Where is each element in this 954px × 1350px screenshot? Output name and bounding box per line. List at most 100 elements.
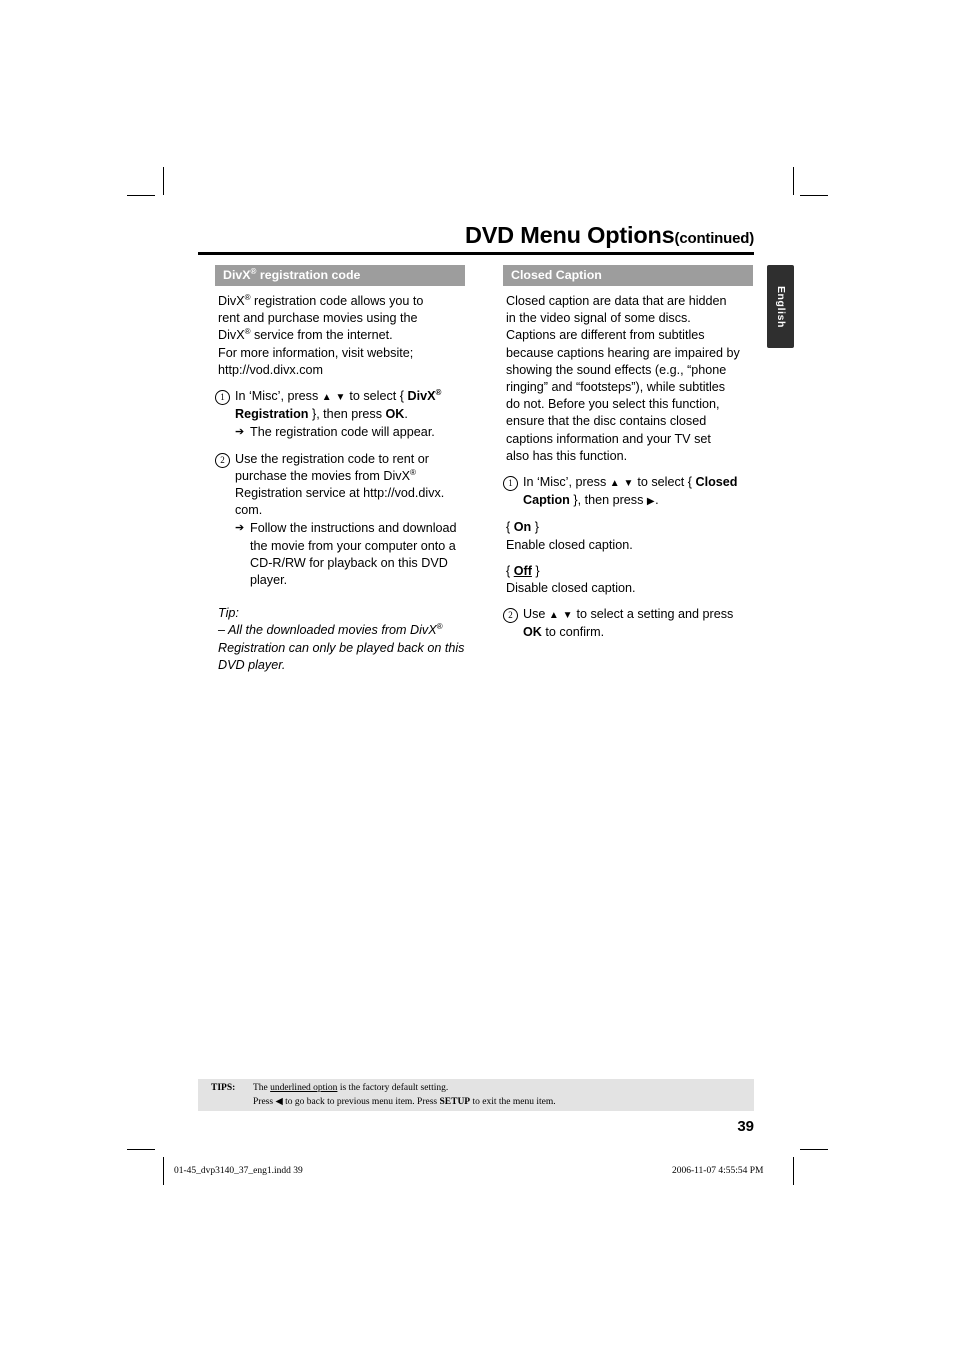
cc-step-1-bold-a: Closed	[695, 475, 738, 490]
cc-step-1-text-c: }, then press	[569, 493, 647, 508]
cc-step-1-text-a: In ‘Misc’, press	[523, 475, 610, 490]
closed-caption-step-1: 1 In ‘Misc’, press ▲ ▼ to select { Close…	[503, 474, 753, 510]
cc-intro-line-1: Closed caption are data that are hidden	[506, 294, 727, 308]
divx-heading-post: registration code	[256, 268, 361, 282]
section-heading-divx-registration: DivX® registration code	[215, 265, 465, 286]
divx-intro-line3-post: service from the internet.	[250, 328, 393, 343]
divx-intro-line1-post: registration code allows you to	[250, 294, 424, 308]
title-divider	[198, 252, 754, 255]
divx-tip-line2: Registration can only be played back on …	[218, 640, 465, 655]
divx-step-2-line2-pre: purchase the movies from DivX	[235, 468, 410, 483]
cc-option-on-brace-close: }	[531, 520, 539, 535]
divx-step-2-line4: com.	[235, 503, 263, 518]
divx-step-2-line3: Registration service at http://vod.divx.	[235, 486, 445, 501]
divx-tip-line1-pre: – All the downloaded movies from DivX	[218, 623, 437, 638]
divx-step-2-line1: Use the registration code to rent or	[235, 451, 429, 466]
divx-intro-line4: For more information, visit website;	[218, 345, 414, 360]
divx-step-2-substep-line2: the movie from your computer onto a	[250, 538, 456, 553]
page-title-continued: (continued)	[674, 230, 755, 247]
divx-step-2-substep: ➔ Follow the instructions and download t…	[235, 520, 465, 589]
cc-step-2-bold-ok: OK	[523, 625, 542, 640]
cc-step-1-number: 1	[503, 476, 518, 492]
cc-option-on-brace-open: {	[506, 520, 514, 535]
section-heading-closed-caption: Closed Caption	[503, 265, 753, 286]
closed-caption-intro-paragraph: Closed caption are data that are hidden …	[503, 293, 753, 465]
cc-intro-line-4: because captions hearing are impaired by	[506, 345, 740, 360]
tips-line1-pre: The	[253, 1083, 271, 1093]
divx-step-2-line2-sup: ®	[409, 467, 416, 477]
cc-option-off-label: Off	[513, 563, 532, 578]
cc-intro-line-5: showing the sound effects (e.g., “phone	[506, 362, 727, 377]
divx-intro-line2: rent and purchase movies using the	[218, 311, 418, 326]
crop-mark-top-right-horizontal	[800, 195, 828, 196]
cc-step-1-bold-b: Caption	[523, 493, 570, 508]
divx-step-2: 2 Use the registration code to rent or p…	[215, 451, 465, 590]
cc-intro-line-6: ringing” and “footsteps”), while subtitl…	[506, 380, 726, 395]
cc-intro-line-8: ensure that the disc contains closed	[506, 414, 707, 429]
arrow-right-play-icon: ▶	[646, 496, 656, 508]
divx-intro-line3-pre: DivX	[218, 328, 245, 343]
tips-line2-b: to go back to previous menu item. Press	[282, 1097, 440, 1107]
cc-option-off-description: Disable closed caption.	[506, 581, 636, 596]
cc-step-2-text-c: to confirm.	[541, 625, 605, 640]
crop-mark-top-left-vertical	[163, 167, 164, 195]
cc-step-2-text-a: Use	[523, 607, 549, 622]
divx-step-1-number: 1	[215, 390, 230, 406]
divx-tip-label: Tip:	[218, 606, 239, 621]
cc-intro-line-9: captions information and your TV set	[506, 431, 711, 446]
cc-intro-line-10: also has this function.	[506, 448, 628, 463]
cc-option-on-label: On	[513, 520, 532, 535]
page-number: 39	[737, 1118, 754, 1135]
divx-step-1-text-b: to select {	[345, 389, 408, 404]
print-timestamp: 2006-11-07 4:55:54 PM	[672, 1166, 764, 1176]
divx-step-2-substep-line3: CD-R/RW for playback on this DVD	[250, 555, 448, 570]
language-side-tab-label: English	[774, 285, 787, 328]
closed-caption-step-2: 2 Use ▲ ▼ to select a setting and press …	[503, 606, 753, 641]
cc-intro-line-7: do not. Before you select this function,	[506, 397, 720, 412]
print-file-name: 01-45_dvp3140_37_eng1.indd 39	[174, 1166, 303, 1176]
crop-mark-top-right-vertical	[793, 167, 794, 195]
divx-step-1-substep: ➔ The registration code will appear.	[235, 424, 465, 441]
tips-line2-c: to exit the menu item.	[470, 1097, 556, 1107]
divx-tip-line1-sup: ®	[436, 622, 443, 632]
divx-intro-paragraph: DivX® registration code allows you to re…	[215, 293, 465, 379]
divx-step-1-bold-b: Registration	[235, 407, 309, 422]
crop-mark-bottom-right-vertical	[793, 1157, 794, 1185]
cc-option-off-brace-close: }	[531, 563, 540, 578]
divx-step-2-substep-line1: Follow the instructions and download	[250, 521, 457, 536]
tips-line1-post: is the factory default setting.	[337, 1083, 449, 1093]
tips-line1-underlined: underlined option	[270, 1083, 338, 1093]
tips-footer-line1: The underlined option is the factory def…	[253, 1083, 448, 1093]
divx-step-1-bold-ok: OK	[385, 407, 405, 422]
cc-intro-line-3: Captions are different from subtitles	[506, 328, 705, 343]
divx-step-1-bold-a-sup: ®	[435, 387, 442, 397]
closed-caption-option-off: { Off } Disable closed caption.	[503, 563, 753, 597]
up-down-arrow-icon: ▲ ▼	[321, 392, 346, 404]
divx-step-1-text-a: In ‘Misc’, press	[235, 389, 322, 404]
tips-footer-line2: Press ◀ to go back to previous menu item…	[253, 1096, 556, 1107]
closed-caption-option-on: { On } Enable closed caption.	[503, 519, 753, 553]
divx-intro-line1-pre: DivX	[218, 294, 245, 308]
arrow-left-icon: ◀	[275, 1097, 283, 1107]
closed-caption-heading-text: Closed Caption	[511, 268, 602, 282]
divx-step-2-substep-line4: player.	[250, 573, 288, 588]
cc-option-off-brace-open: {	[506, 563, 514, 578]
divx-heading-pre: DivX	[223, 268, 251, 282]
tips-line2-setup: SETUP	[439, 1097, 471, 1107]
divx-step-1-substep-text: The registration code will appear.	[250, 425, 435, 440]
divx-step-1-text-d: .	[404, 407, 408, 422]
page-title-text: DVD Menu Options	[464, 222, 675, 248]
divx-step-1: 1 In ‘Misc’, press ▲ ▼ to select { DivX®…	[215, 388, 465, 442]
crop-mark-top-left-horizontal	[127, 195, 155, 196]
divx-intro-website-url: http://vod.divx.com	[218, 362, 323, 377]
tips-footer-label: TIPS:	[211, 1083, 236, 1093]
up-down-arrow-icon: ▲ ▼	[609, 478, 634, 490]
tips-line2-a: Press	[253, 1097, 276, 1107]
cc-step-1-text-b: to select {	[633, 475, 696, 490]
up-down-arrow-icon: ▲ ▼	[548, 610, 573, 622]
arrow-right-icon: ➔	[235, 522, 245, 535]
language-side-tab: English	[767, 265, 794, 348]
cc-step-2-text-b: to select a setting and press	[572, 607, 734, 622]
page-title: DVD Menu Options(continued)	[198, 222, 754, 249]
cc-step-1-text-d: .	[655, 493, 659, 508]
